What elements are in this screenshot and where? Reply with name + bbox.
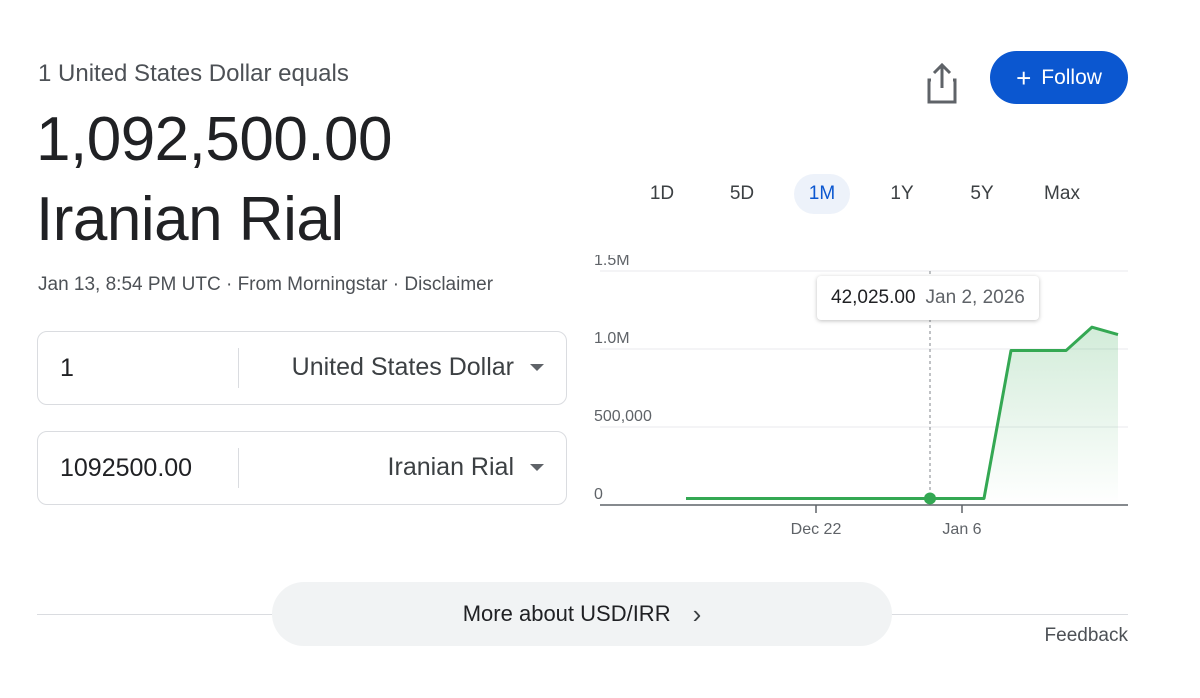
chart-tooltip: 42,025.00 Jan 2, 2026 [817, 276, 1039, 320]
to-currency-row: 1092500.00 Iranian Rial [37, 431, 567, 505]
range-tabs: 1D 5D 1M 1Y 5Y Max [622, 174, 1122, 214]
tab-5y[interactable]: 5Y [954, 174, 1010, 214]
more-about-button[interactable]: More about USD/IRR › [272, 582, 892, 646]
tab-1d[interactable]: 1D [634, 174, 690, 214]
follow-button[interactable]: + Follow [990, 51, 1128, 104]
hover-point [924, 492, 936, 505]
divider [238, 448, 239, 488]
dropdown-caret-icon[interactable] [530, 464, 544, 471]
source-meta[interactable]: Jan 13, 8:54 PM UTC · From Morningstar ·… [38, 274, 493, 296]
more-about-label: More about USD/IRR [462, 601, 671, 626]
to-currency-select[interactable]: Iranian Rial [388, 453, 514, 482]
tab-1m[interactable]: 1M [794, 174, 850, 214]
from-amount-input[interactable]: 1 [60, 354, 74, 383]
follow-label: Follow [1041, 65, 1102, 89]
from-currency-select[interactable]: United States Dollar [292, 353, 514, 382]
conversion-subtitle: 1 United States Dollar equals [38, 60, 349, 87]
share-button[interactable] [922, 62, 962, 106]
y-tick-label: 1.0M [594, 330, 630, 347]
x-tick-label: Dec 22 [791, 521, 842, 538]
tooltip-date: Jan 2, 2026 [925, 287, 1025, 308]
y-tick-label: 1.5M [594, 255, 630, 269]
target-currency-name: Iranian Rial [36, 185, 344, 254]
x-tick-label: Jan 6 [942, 521, 981, 538]
converted-amount: 1,092,500.00 [36, 105, 393, 174]
divider [238, 348, 239, 388]
feedback-link[interactable]: Feedback [1045, 625, 1128, 647]
series-area-fill [984, 327, 1118, 505]
from-currency-row: 1 United States Dollar [37, 331, 567, 405]
chevron-right-icon: › [692, 598, 702, 629]
to-amount-input[interactable]: 1092500.00 [60, 454, 192, 483]
y-tick-label: 500,000 [594, 408, 652, 425]
share-icon [927, 62, 957, 104]
tooltip-value: 42,025.00 [831, 287, 916, 308]
tab-max[interactable]: Max [1034, 174, 1090, 214]
y-tick-label: 0 [594, 486, 603, 503]
tab-1y[interactable]: 1Y [874, 174, 930, 214]
tab-5d[interactable]: 5D [714, 174, 770, 214]
dropdown-caret-icon[interactable] [530, 364, 544, 371]
plus-icon: + [1016, 62, 1032, 93]
